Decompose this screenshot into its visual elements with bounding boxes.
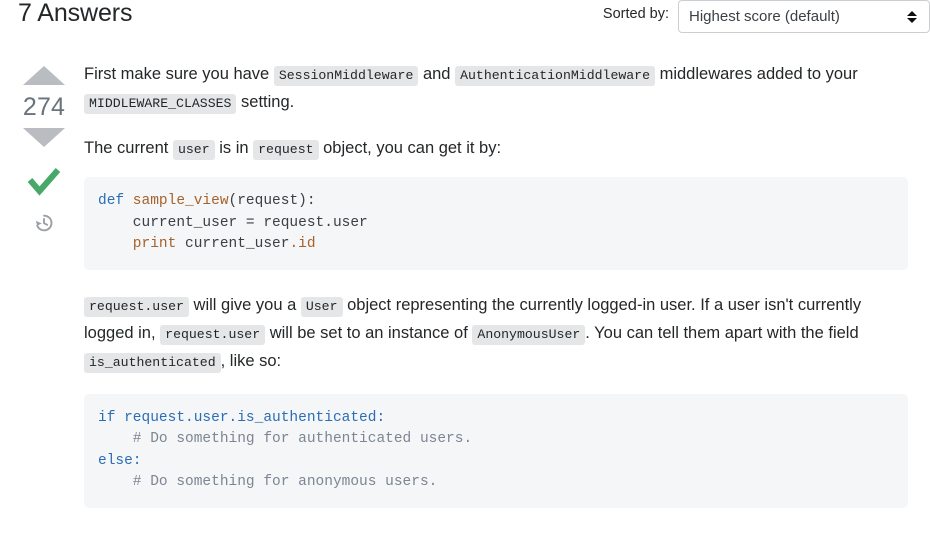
text-fragment: is in [214,139,254,157]
sort-controls: Sorted by: Highest score (default) [603,0,930,33]
paragraph-request-user-explanation: request.user will give you a User object… [84,292,908,376]
code-token-keyword: def [98,193,125,209]
clock-history-icon[interactable] [16,210,72,236]
triangle-down-icon[interactable] [23,128,65,147]
code-token-plain: (request): [228,193,316,209]
text-fragment: The current [84,139,173,157]
inline-code-is-authenticated: is_authenticated [84,352,221,373]
sorted-by-label: Sorted by: [602,6,669,22]
answers-header: 7 Answers Sorted by: Highest score (defa… [0,0,930,36]
sort-select[interactable]: Highest score (default) [678,0,930,33]
inline-code-user: user [172,140,215,160]
text-fragment: . You can tell them apart with the field [585,323,859,342]
text-fragment: , like so: [220,351,282,370]
text-fragment: and [418,65,456,83]
code-block-sample-view: def sample_view(request): current_user =… [84,177,908,270]
inline-code-user-class: User [300,296,343,317]
code-token-plain: current_user = request.user [98,214,368,231]
text-fragment: setting. [236,93,295,111]
code-line-comment-authenticated: # Do something for authenticated users. [98,431,473,447]
code-token-print: print [98,236,177,252]
inline-code-request-user-1: request.user [84,296,189,317]
answers-count-heading: 7 Answers [18,0,133,27]
text-fragment: will be set to an instance of [265,323,473,342]
code-token-attribute: .id [289,236,316,252]
inline-code-sessionmiddleware: SessionMiddleware [273,66,419,86]
vote-cell: 274 [16,66,72,236]
answers-page: 7 Answers Sorted by: Highest score (defa… [0,0,930,552]
inline-code-middleware-classes: MIDDLEWARE_CLASSES [84,94,237,114]
triangle-up-icon[interactable] [23,66,65,85]
inline-code-anonymoususer: AnonymousUser [472,324,586,345]
paragraph-current-user: The current user is in request object, y… [84,135,908,163]
code-line-comment-anonymous: # Do something for anonymous users. [98,474,438,490]
code-line-if: if request.user.is_authenticated: [98,409,386,426]
text-fragment: will give you a [188,295,301,314]
inline-code-request: request [253,140,319,160]
sort-select-value: Highest score (default) [689,8,840,25]
code-token-plain: current_user [176,236,290,252]
text-fragment: First make sure you have [84,65,274,83]
inline-code-request-user-2: request.user [160,324,266,345]
answer-body: First make sure you have SessionMiddlewa… [84,61,908,530]
code-token-function-name: sample_view [124,193,229,209]
paragraph-middleware-intro: First make sure you have SessionMiddlewa… [84,61,908,117]
vote-score: 274 [22,93,66,121]
chevron-updown-icon [907,8,917,26]
checkmark-icon[interactable] [16,164,72,200]
code-block-is-authenticated: if request.user.is_authenticated: # Do s… [84,393,908,508]
inline-code-authenticationmiddleware: AuthenticationMiddleware [455,66,656,86]
code-line-else: else: [98,452,142,469]
text-fragment: middlewares added to your [655,65,858,83]
text-fragment: object, you can get it by: [318,139,502,157]
